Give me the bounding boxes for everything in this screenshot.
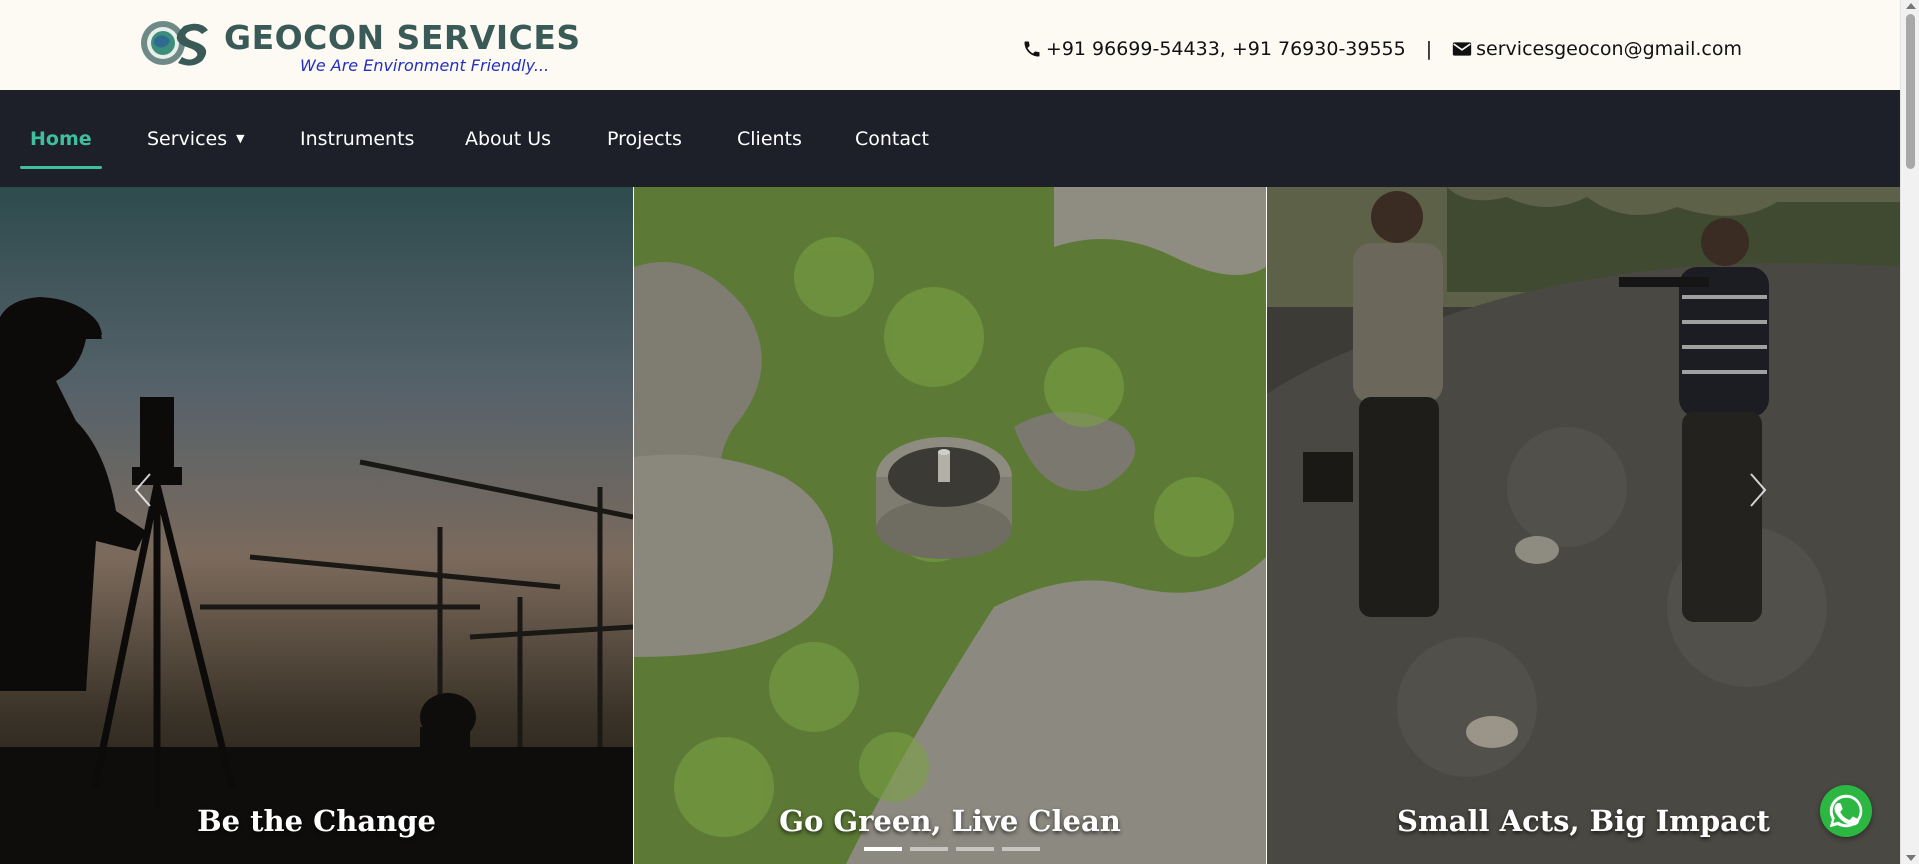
slide-caption-3: Small Acts, Big Impact [1397,804,1770,838]
slider-dot-1[interactable] [864,847,902,851]
slide-panel-1: Be the Change [0,187,633,864]
nav-projects-label: Projects [607,127,682,150]
whatsapp-button[interactable] [1820,785,1872,837]
nav-instruments[interactable]: Instruments [300,90,414,187]
nav-contact[interactable]: Contact [855,90,929,187]
nav-about-label: About Us [465,127,552,150]
nav-projects[interactable]: Projects [607,90,682,187]
nav-home[interactable]: Home [20,90,102,187]
green-field-image [634,187,1266,864]
top-header: GEOCON SERVICES We Are Environment Frien… [0,0,1900,90]
contact-separator: | [1425,38,1433,60]
nav-about-us[interactable]: About Us [465,90,551,187]
slide-caption-2: Go Green, Live Clean [779,804,1121,838]
nav-clients[interactable]: Clients [737,90,802,187]
slider-dot-4[interactable] [1002,847,1040,851]
nav-home-label: Home [30,127,92,150]
slider-next-button[interactable] [1743,470,1773,510]
nav-services[interactable]: Services ▼ [147,90,245,187]
nav-clients-label: Clients [737,127,802,150]
field-survey-image [1267,187,1900,864]
contact-info: +91 96699-54433, +91 76930-39555 | servi… [1022,38,1742,60]
phone-numbers[interactable]: +91 96699-54433, +91 76930-39555 [1046,38,1406,60]
brand-name: GEOCON SERVICES [224,18,581,57]
email-address[interactable]: servicesgeocon@gmail.com [1476,38,1742,60]
brand-tagline: We Are Environment Friendly... [300,55,550,75]
dropdown-caret-icon: ▼ [236,132,245,145]
slider-prev-button[interactable] [128,470,158,510]
slider-indicators [864,847,1040,851]
phone-icon [1024,41,1040,57]
scroll-up-arrow-icon[interactable] [1906,3,1916,9]
main-nav: Home Services ▼ Instruments About Us Pro… [0,90,1900,187]
scroll-down-arrow-icon[interactable] [1906,855,1916,861]
scrollbar-thumb[interactable] [1906,14,1915,169]
whatsapp-icon [1829,794,1863,828]
slider-dot-3[interactable] [956,847,994,851]
envelope-icon [1452,42,1472,56]
slide-panel-2: Go Green, Live Clean [634,187,1266,864]
slider-dot-2[interactable] [910,847,948,851]
logo-mark [140,18,218,68]
hero-slider: Be the Change Go Green, Live Clean Small… [0,187,1900,864]
slide-caption-1: Be the Change [197,804,436,838]
chevron-right-icon [1750,473,1767,507]
logo[interactable]: GEOCON SERVICES We Are Environment Frien… [140,18,581,75]
nav-services-label: Services [147,127,228,150]
nav-contact-label: Contact [855,127,929,150]
nav-instruments-label: Instruments [300,127,415,150]
surveyor-silhouette-image [0,297,633,864]
slide-panel-3: Small Acts, Big Impact [1267,187,1900,864]
page-scrollbar[interactable] [1900,0,1919,864]
chevron-left-icon [134,473,151,507]
